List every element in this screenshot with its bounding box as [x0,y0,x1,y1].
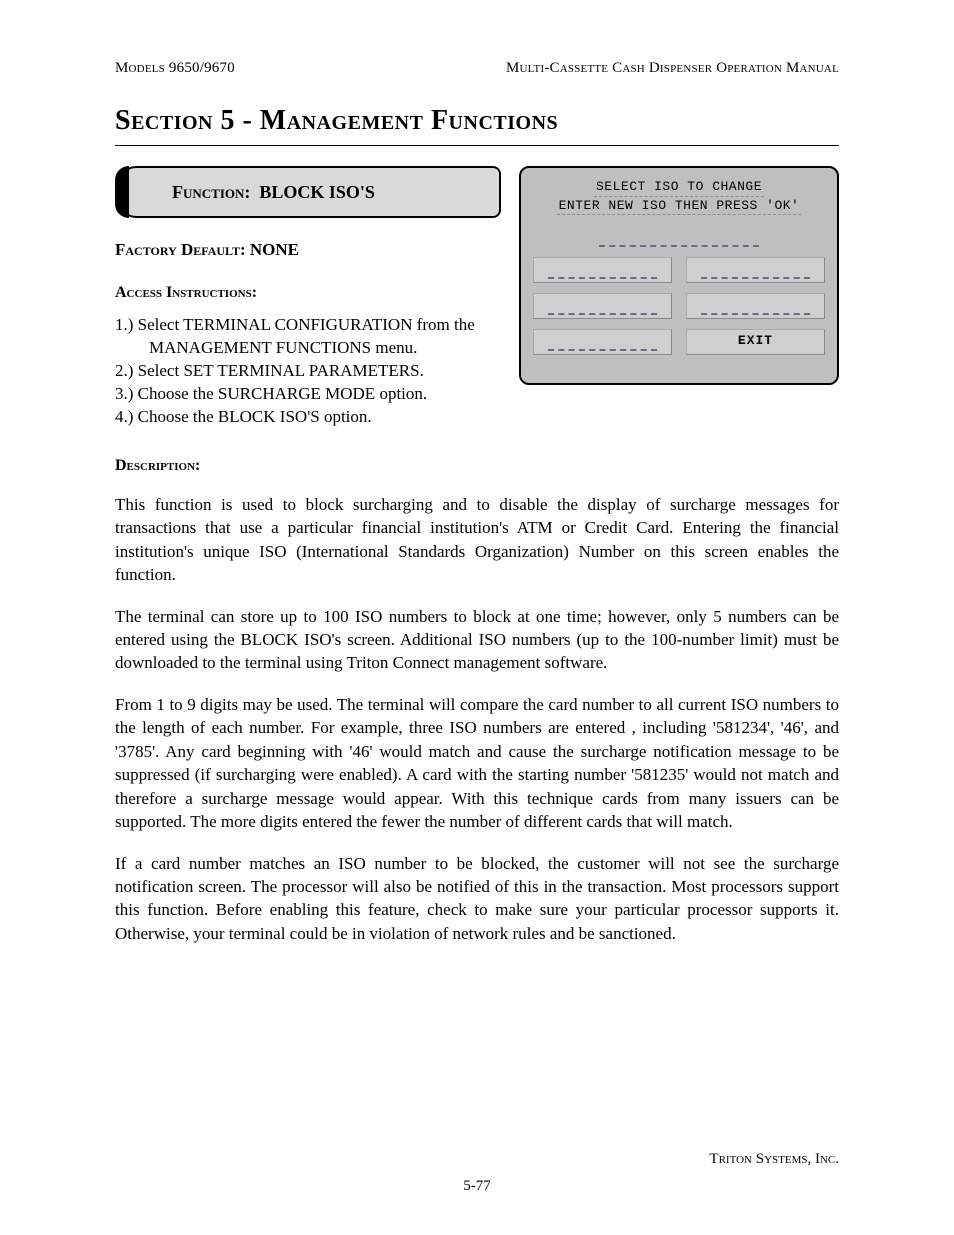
header-right: Multi-Cassette Cash Dispenser Operation … [506,60,839,77]
factory-default-value: NONE [250,240,299,259]
running-header: Models 9650/9670 Multi-Cassette Cash Dis… [115,60,839,77]
page-number: 5-77 [115,1178,839,1195]
paragraph-4: If a card number matches an ISO number t… [115,852,839,946]
manual-page: Models 9650/9670 Multi-Cassette Cash Dis… [0,0,954,1235]
paragraph-3: From 1 to 9 digits may be used. The term… [115,693,839,834]
footer-company: Triton Systems, Inc. [115,1151,839,1168]
section-title: Section 5 - Management Functions [115,105,839,137]
header-left: Models 9650/9670 [115,60,235,77]
screen-line1: SELECT ISO TO CHANGE [594,178,764,197]
iso-field-5 [533,329,672,355]
function-name: BLOCK ISO'S [259,182,375,202]
paragraph-1: This function is used to block surchargi… [115,493,839,587]
iso-field-3 [533,293,672,319]
iso-field-top [599,225,759,247]
step-3: 3.) Choose the SURCHARGE MODE option. [115,383,839,406]
function-header: Function: BLOCK ISO'S [115,166,501,218]
exit-label: EXIT [738,333,773,348]
function-tab [115,166,129,218]
function-label: Function: [172,182,250,202]
iso-field-4 [686,293,825,319]
section-rule [115,145,839,146]
screen-panel: SELECT ISO TO CHANGE ENTER NEW ISO THEN … [519,166,839,385]
terminal-screenshot: SELECT ISO TO CHANGE ENTER NEW ISO THEN … [519,166,839,385]
factory-default-label: Factory Default: [115,240,246,259]
screen-title: SELECT ISO TO CHANGE ENTER NEW ISO THEN … [533,178,825,215]
description-label: Description: [115,457,839,475]
paragraph-2: The terminal can store up to 100 ISO num… [115,605,839,675]
iso-field-2 [686,257,825,283]
page-footer: Triton Systems, Inc. 5-77 [115,1151,839,1195]
iso-field-1 [533,257,672,283]
screen-line2: ENTER NEW ISO THEN PRESS 'OK' [557,197,802,216]
exit-button[interactable]: EXIT [686,329,825,355]
step-4: 4.) Choose the BLOCK ISO'S option. [115,406,839,429]
